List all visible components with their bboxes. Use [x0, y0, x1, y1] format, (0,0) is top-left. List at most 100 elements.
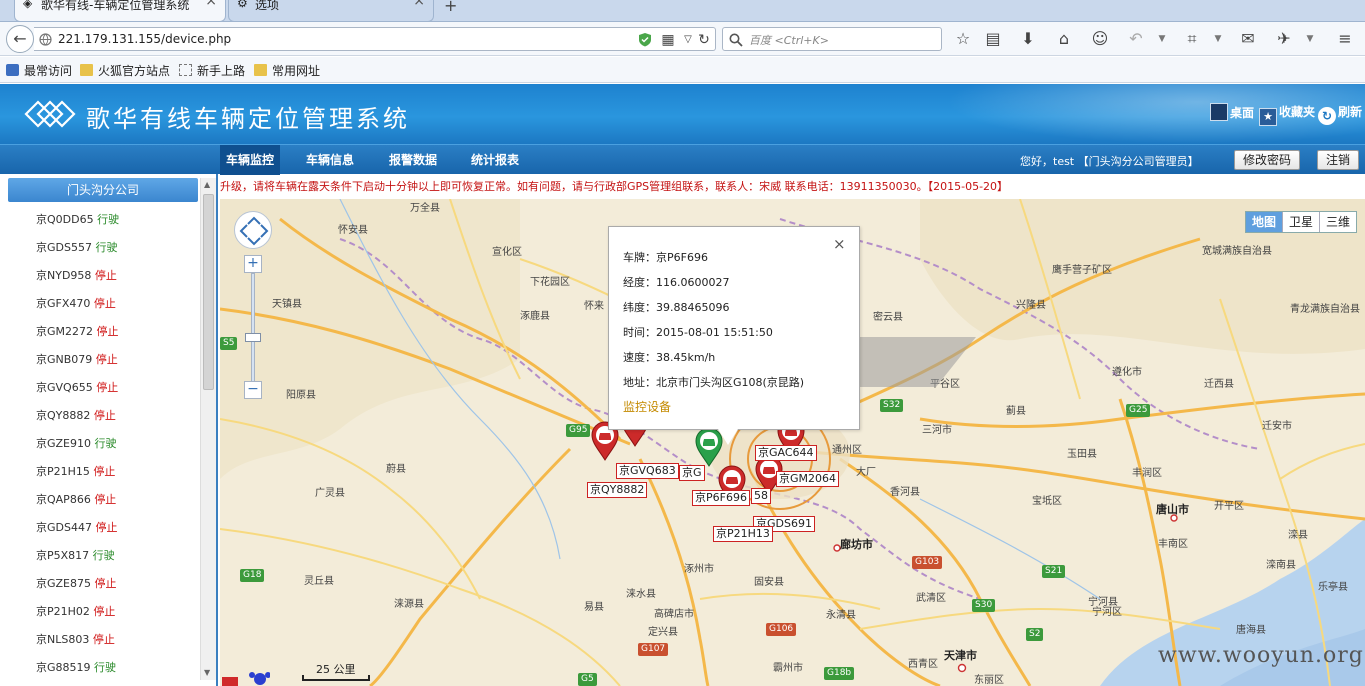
browser-nav-bar: ← 221.179.131.155/device.php ▦ ▽ ↻ 百度 <C… [0, 22, 1365, 56]
bookmark-star-icon[interactable]: ☆ [951, 27, 975, 51]
back-arrow-icon[interactable]: ← [6, 25, 34, 53]
zoom-in-button[interactable]: + [244, 255, 262, 273]
dropdown-arrow-icon[interactable]: ▼ [1298, 27, 1322, 51]
url-bar[interactable]: 221.179.131.155/device.php ▦ ▽ ↻ [34, 27, 716, 51]
vehicle-plate-label[interactable]: 京GAC644 [755, 445, 817, 461]
bookmark-getting-started[interactable]: 新手上路 [179, 62, 245, 79]
place-label: 下花园区 [530, 277, 570, 288]
group-header[interactable]: 门头沟分公司 [8, 178, 198, 202]
dropdown-arrow-icon[interactable]: ▼ [1206, 27, 1230, 51]
vehicle-list-item[interactable]: 京GZE910 行驶 [0, 430, 200, 458]
extension-icon[interactable]: ✈ [1272, 27, 1296, 51]
vehicle-list-item[interactable]: 京Q0DD65 行驶 [0, 206, 200, 234]
site-favicon-icon: ◈ [23, 0, 33, 10]
place-label: 涿州市 [684, 564, 714, 575]
place-label: 永清县 [826, 610, 856, 621]
menu-vehicle-info[interactable]: 车辆信息 [300, 145, 360, 175]
place-label: 丰南区 [1158, 539, 1188, 550]
vehicle-plate-label[interactable]: 京GVQ683 [616, 463, 679, 479]
refresh-link[interactable]: ↻ 刷新 [1318, 103, 1362, 125]
place-label: 密云县 [873, 312, 903, 323]
popup-lng: 116.0600027 [656, 276, 730, 289]
map-type-map[interactable]: 地图 [1245, 212, 1282, 232]
home-icon[interactable]: ⌂ [1052, 27, 1076, 51]
vehicle-plate-label[interactable]: 京G [679, 465, 705, 481]
vehicle-list-item[interactable]: 京GNB079 停止 [0, 346, 200, 374]
desktop-link[interactable]: 桌面 [1210, 103, 1254, 121]
search-placeholder: 百度 <Ctrl+K> [749, 34, 829, 47]
scroll-down-icon[interactable]: ▼ [204, 668, 210, 677]
reading-list-icon[interactable]: ▤ [981, 27, 1005, 51]
map-type-satellite[interactable]: 卫星 [1281, 212, 1319, 232]
vehicle-status: 停止 [95, 521, 118, 534]
zoom-slider-handle[interactable] [245, 333, 261, 342]
zoom-slider-track[interactable] [251, 273, 255, 385]
comment-icon[interactable]: ✉ [1236, 27, 1260, 51]
menu-alarm-data[interactable]: 报警数据 [383, 145, 443, 175]
vehicle-list-item[interactable]: 京GDS557 行驶 [0, 234, 200, 262]
new-tab-icon[interactable]: + [444, 0, 457, 15]
vehicle-list-item[interactable]: 京GFX470 停止 [0, 290, 200, 318]
shield-icon[interactable] [638, 32, 652, 47]
vehicle-list-item[interactable]: 京GM2272 停止 [0, 318, 200, 346]
download-icon[interactable]: ⬇ [1016, 27, 1040, 51]
place-label: 廊坊市 [840, 538, 873, 551]
vehicle-plate-label[interactable]: 58 [751, 488, 771, 504]
close-icon[interactable]: × [833, 235, 846, 253]
map-pan-control[interactable] [234, 211, 272, 249]
logout-button[interactable]: 注销 [1317, 150, 1360, 170]
change-password-button[interactable]: 修改密码 [1234, 150, 1301, 170]
vehicle-plate-label[interactable]: 京GM2064 [776, 471, 840, 487]
road-badge: G103 [912, 556, 943, 569]
vehicle-list-item[interactable]: 京P21H02 停止 [0, 598, 200, 626]
place-label: 乐亭县 [1318, 582, 1348, 593]
vehicle-plate: 京G88519 [36, 661, 91, 674]
vehicle-list-item[interactable]: 京GZE875 停止 [0, 570, 200, 598]
place-label: 迁西县 [1204, 379, 1234, 390]
scrollbar-thumb[interactable] [203, 194, 214, 390]
vehicle-list-item[interactable]: 京QY8882 停止 [0, 402, 200, 430]
bookmark-firefox[interactable]: 火狐官方站点 [80, 62, 170, 79]
chat-icon[interactable]: ☺ [1088, 27, 1112, 51]
page-icon [179, 64, 192, 76]
undo-icon[interactable]: ↶ [1124, 27, 1148, 51]
browser-tab-active[interactable]: ◈ 歌华有线-车辆定位管理系统 × [14, 0, 226, 22]
vehicle-status: 停止 [94, 493, 117, 506]
tab-close-icon[interactable]: × [205, 0, 217, 8]
dropdown-arrow-icon[interactable]: ▼ [1150, 27, 1174, 51]
road-badge: S21 [1042, 565, 1066, 578]
road-badge: G18 [240, 569, 265, 582]
place-label: 涿鹿县 [520, 311, 550, 322]
vehicle-plate: 京GFX470 [36, 297, 91, 310]
favorites-link[interactable]: ★ 收藏夹 [1259, 103, 1315, 126]
map-view[interactable]: 万全县 怀安县 宣化区 下花园区 怀来 涿鹿县 天镇县 阳原县 蔚县 广灵县 灵… [220, 199, 1365, 686]
vehicle-list-item[interactable]: 京QAP866 停止 [0, 486, 200, 514]
vehicle-list-item[interactable]: 京G88519 行驶 [0, 654, 200, 682]
vehicle-plate: 京QY8882 [36, 409, 91, 422]
scroll-up-icon[interactable]: ▲ [204, 180, 210, 189]
bookmark-common-sites[interactable]: 常用网址 [254, 62, 320, 79]
vehicle-plate-label[interactable]: 京P6F696 [692, 490, 750, 506]
monitor-device-link[interactable]: 监控设备 [623, 398, 671, 415]
menu-vehicle-monitor[interactable]: 车辆监控 [220, 145, 281, 175]
vehicle-list-item[interactable]: 京P21H15 停止 [0, 458, 200, 486]
vehicle-plate-label[interactable]: 京QY8882 [587, 482, 648, 498]
reload-icon[interactable]: ↻ [692, 28, 716, 52]
zoom-out-button[interactable]: − [244, 381, 262, 399]
menu-statistics[interactable]: 统计报表 [465, 145, 525, 175]
sidebar-scrollbar[interactable]: ▲ ▼ [200, 178, 216, 680]
vehicle-status: 行驶 [95, 241, 118, 254]
vehicle-list-item[interactable]: 京GVQ655 停止 [0, 374, 200, 402]
vehicle-plate-label[interactable]: 京P21H13 [713, 526, 773, 542]
bookmark-most-visited[interactable]: 最常访问 [6, 62, 72, 79]
hamburger-menu-icon[interactable]: ≡ [1333, 27, 1357, 51]
vehicle-list-item[interactable]: 京NLS803 停止 [0, 626, 200, 654]
search-bar[interactable]: 百度 <Ctrl+K> [722, 27, 942, 51]
vehicle-list-item[interactable]: 京NYD958 停止 [0, 262, 200, 290]
tab-close-icon[interactable]: × [413, 0, 425, 8]
vehicle-list-item[interactable]: 京GDS447 停止 [0, 514, 200, 542]
browser-tab-options[interactable]: ⚙ 选项 × [228, 0, 434, 22]
vehicle-list-item[interactable]: 京P5X817 行驶 [0, 542, 200, 570]
crop-icon[interactable]: ⌗ [1180, 27, 1204, 51]
map-type-3d[interactable]: 三维 [1318, 212, 1356, 232]
